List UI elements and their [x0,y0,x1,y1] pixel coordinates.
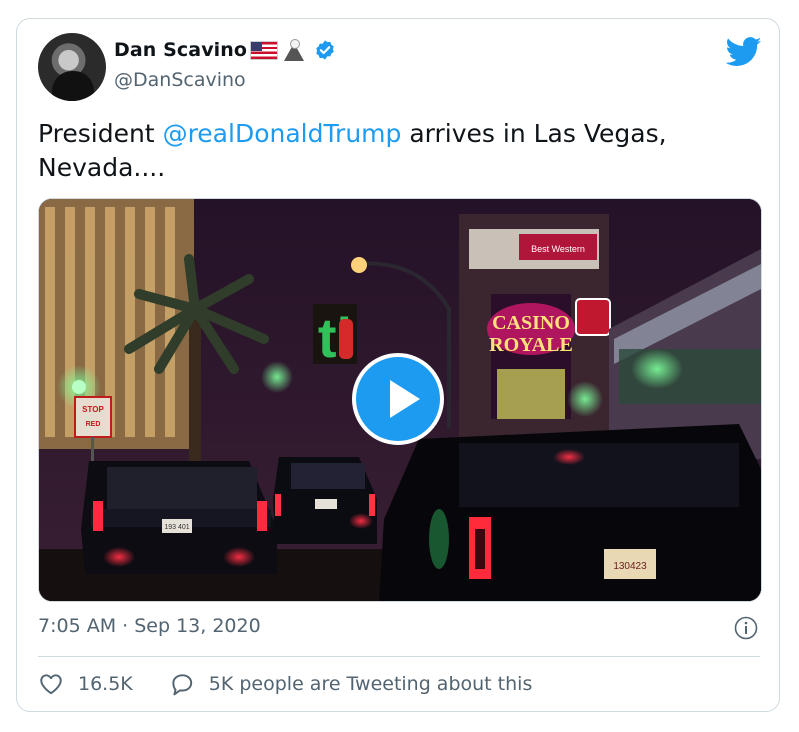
like-count: 16.5K [78,673,133,695]
casino-sign-line1: CASINO [492,312,570,334]
tweet-text-prefix: President [38,119,163,148]
casino-sign-line2: ROYALE [489,334,573,356]
author-name-row: Dan Scavino [114,39,336,61]
avatar[interactable] [38,33,106,101]
car-middle [273,457,377,544]
plate-left: 193 401 [164,524,189,531]
stop-sign-text: STOP [82,405,104,414]
suv-left: 193 401 [81,461,277,574]
suv-right: 130423 [379,424,761,601]
video-player[interactable]: Best Western CASINO ROYALE ti STOP RED 1… [38,198,762,602]
twitter-bird-icon[interactable] [726,37,762,67]
ti-sign: ti [313,304,357,369]
divider [38,656,760,657]
eagle-icon [282,39,306,61]
conversation-link[interactable]: 5K people are Tweeting about this [169,671,533,697]
tweet-actions: 16.5K 5K people are Tweeting about this [38,671,532,697]
author-display-name[interactable]: Dan Scavino [114,39,247,61]
tweet-card: Dan Scavino @DanScavino President @realD… [16,18,780,712]
info-icon[interactable] [734,616,758,640]
mention-link[interactable]: @realDonaldTrump [163,119,402,148]
author-handle[interactable]: @DanScavino [114,69,246,91]
tweet-text: President @realDonaldTrump arrives in La… [38,117,758,185]
us-flag-icon [250,40,279,60]
conversation-text: 5K people are Tweeting about this [208,673,533,695]
stop-sign-sub: RED [86,421,101,428]
like-button[interactable]: 16.5K [38,671,133,697]
play-button[interactable] [352,353,444,445]
best-western-sign: Best Western [531,244,585,254]
heart-icon [40,674,62,695]
plate-right: 130423 [613,561,647,572]
tweet-timestamp[interactable]: 7:05 AM · Sep 13, 2020 [38,615,261,637]
speech-bubble-icon [172,674,192,696]
play-icon [390,380,420,418]
verified-badge-icon [316,40,334,60]
